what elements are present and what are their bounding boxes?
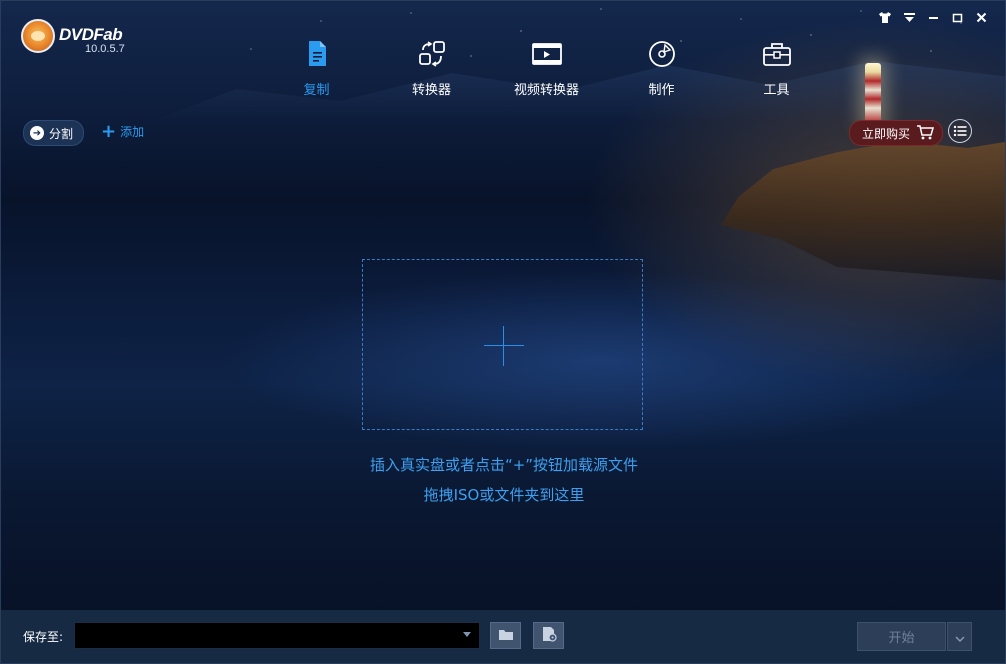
drop-hint-line2: 拖拽ISO或文件夹到这里: [423, 486, 585, 504]
tab-converter-label: 转换器: [411, 83, 451, 98]
tab-video-converter[interactable]: 视频转换器: [489, 37, 604, 98]
app-logo: DVDFab 10.0.5.7: [21, 19, 125, 55]
split-button[interactable]: ➜ 分割: [23, 120, 85, 146]
cliff-background: [721, 141, 1005, 281]
split-button-label: 分割: [49, 126, 74, 141]
tab-creator-label: 制作: [648, 83, 675, 98]
start-options-button[interactable]: [947, 622, 972, 651]
window-controls: [877, 9, 989, 25]
save-to-label: 保存至:: [23, 630, 64, 644]
chevron-down-icon: [955, 627, 965, 646]
tab-converter[interactable]: 转换器: [374, 37, 489, 98]
tab-copy-label: 复制: [303, 83, 330, 98]
minimize-icon[interactable]: [925, 9, 941, 25]
app-version: 10.0.5.7: [85, 43, 125, 55]
plus-icon: +: [101, 120, 117, 142]
browse-folder-button[interactable]: [490, 622, 521, 649]
tab-copy[interactable]: 复制: [259, 37, 374, 98]
drop-hint-line1: 插入真实盘或者点击“+”按钮加载源文件: [369, 456, 639, 474]
folder-icon: [498, 626, 514, 645]
add-button[interactable]: + 添加: [101, 120, 145, 142]
maximize-icon[interactable]: [949, 9, 965, 25]
skin-icon[interactable]: [877, 9, 893, 25]
app-name: DVDFab: [59, 25, 123, 44]
tab-video-converter-label: 视频转换器: [513, 83, 579, 98]
buy-now-button[interactable]: 立即购买: [849, 120, 944, 146]
converter-icon: [374, 37, 489, 71]
tab-tools-label: 工具: [763, 83, 790, 98]
bottom-bar: 保存至: 开始: [1, 610, 1005, 663]
add-source-plus-icon[interactable]: [484, 326, 524, 366]
menu-list-button[interactable]: [948, 119, 972, 143]
toolbox-icon: [719, 37, 834, 71]
tab-tools[interactable]: 工具: [719, 37, 834, 98]
list-menu-icon: [953, 122, 967, 141]
copy-document-icon: [259, 37, 374, 71]
start-button[interactable]: 开始: [857, 622, 946, 651]
app-window: DVDFab 10.0.5.7 复制 转换器 视频转换器 制作 工具 ➜ 分割 …: [0, 0, 1006, 664]
lighthouse-image: [865, 63, 881, 123]
chevron-down-icon[interactable]: [463, 632, 471, 637]
source-drop-zone[interactable]: [362, 259, 643, 430]
arrow-right-icon: ➜: [30, 126, 44, 140]
main-nav: 复制 转换器 视频转换器 制作 工具: [259, 37, 834, 98]
save-path-input[interactable]: [74, 622, 480, 649]
dropdown-menu-icon[interactable]: [901, 9, 917, 25]
close-icon[interactable]: [973, 9, 989, 25]
buy-now-label: 立即购买: [862, 126, 911, 141]
monkey-logo-icon: [21, 19, 55, 53]
video-converter-icon: [489, 37, 604, 71]
disc-save-icon: [541, 626, 557, 646]
disc-creator-icon: [604, 37, 719, 71]
cart-icon: [916, 124, 935, 143]
add-button-label: 添加: [120, 125, 145, 139]
tab-creator[interactable]: 制作: [604, 37, 719, 98]
save-to-iso-button[interactable]: [533, 622, 564, 649]
